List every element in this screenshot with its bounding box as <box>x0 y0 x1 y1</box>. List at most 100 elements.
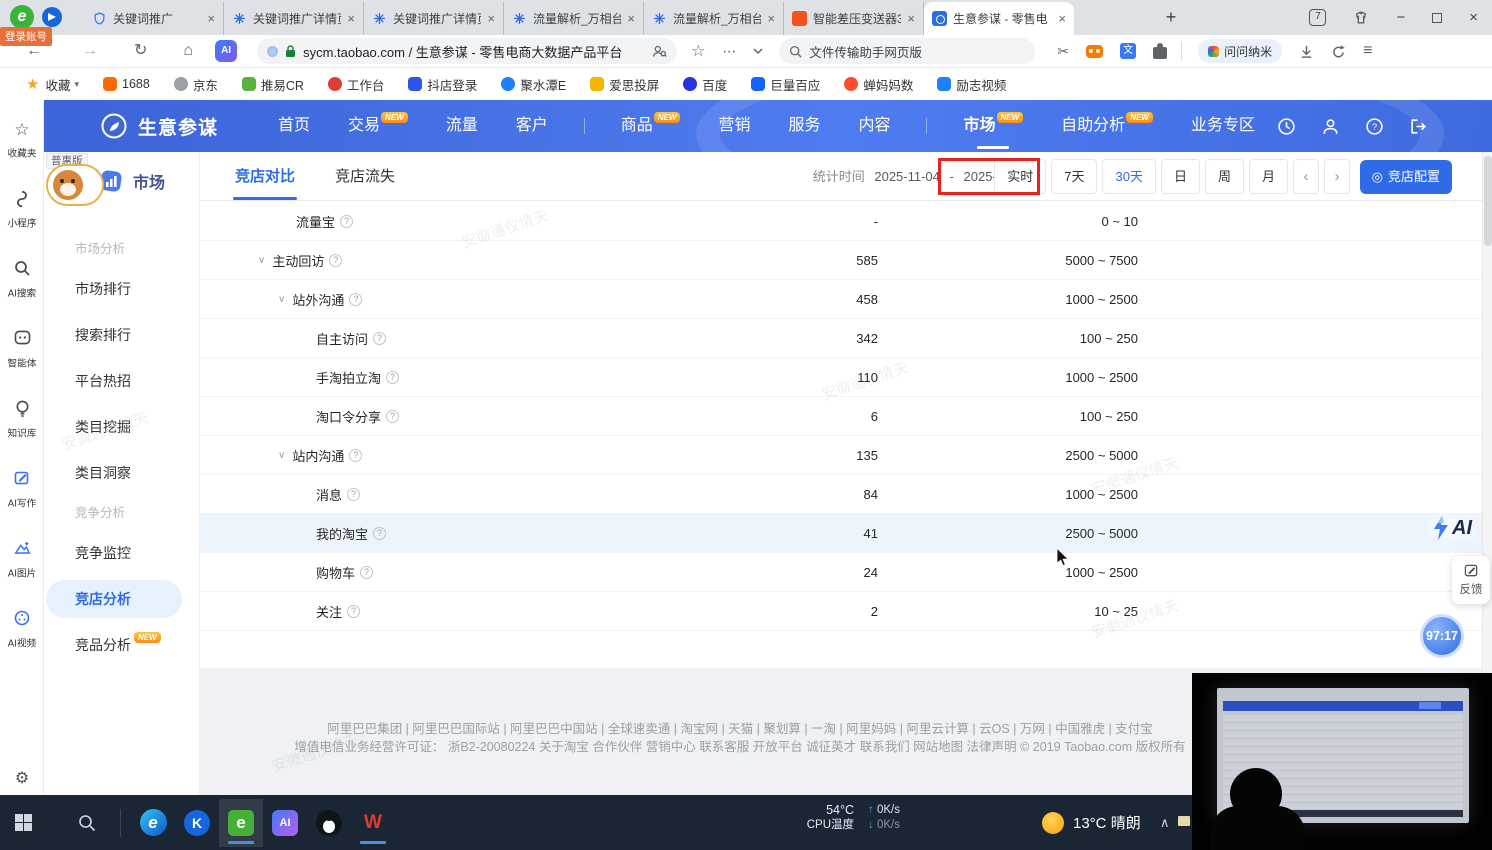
restore-button[interactable] <box>1432 13 1442 23</box>
scrollbar-thumb[interactable] <box>1484 156 1492 246</box>
more-actions-icon[interactable]: ⋯ <box>722 43 736 60</box>
dog-pendant-icon[interactable] <box>46 164 104 206</box>
browser-tab[interactable]: 流量解析_万相台无× <box>504 2 644 35</box>
forward-icon[interactable]: → <box>82 43 98 59</box>
sidebar-item-ai-search[interactable]: AI搜索 <box>0 260 44 301</box>
header-nav-6[interactable]: 营销 <box>716 100 752 152</box>
bookmark-item[interactable]: 抖店登录 <box>408 75 477 94</box>
settings-gear-icon[interactable]: ⚙ <box>0 768 44 788</box>
table-row[interactable]: ∨站外沟通?4581000 ~ 2500 <box>200 280 1482 319</box>
tray-expand-icon[interactable]: ∧ <box>1160 795 1170 850</box>
taskbar-k-app-icon[interactable]: K <box>175 799 219 847</box>
bookmark-item[interactable]: 京东 <box>174 75 218 94</box>
pinned-app-icon[interactable] <box>42 7 62 27</box>
header-nav-2[interactable]: 交易NEW <box>346 100 410 152</box>
help-icon[interactable]: ? <box>347 488 360 501</box>
bookmark-star-icon[interactable]: ☆ <box>691 41 705 61</box>
network-speed-readout[interactable]: ↑ 0K/s ↓ 0K/s <box>868 803 900 833</box>
taskbar-edge-icon[interactable]: e <box>131 799 175 847</box>
sidebar-menu-item[interactable]: 类目洞察 <box>44 450 200 496</box>
help-icon[interactable]: ? <box>347 605 360 618</box>
chevron-down-icon[interactable]: ∨ <box>278 294 285 305</box>
period-button[interactable]: 实时 <box>994 159 1046 194</box>
help-icon[interactable]: ? <box>360 566 373 579</box>
header-nav-1[interactable]: 首页 <box>276 100 312 152</box>
sidebar-menu-item[interactable]: 竞争监控 <box>44 530 200 576</box>
footer-links-line2[interactable]: 增值电信业务经营许可证： 浙B2-20080224 关于淘宝 合作伙伴 营销中心… <box>200 738 1280 756</box>
help-icon[interactable]: ? <box>349 293 362 306</box>
sidebar-menu-item[interactable]: 竞店分析 <box>46 580 182 618</box>
app-logo[interactable]: 生意参谋 <box>100 112 218 140</box>
sidebar-menu-item[interactable]: 市场排行 <box>44 266 200 312</box>
reload-icon[interactable]: ↻ <box>134 43 147 59</box>
taskbar-ai-app-icon[interactable]: AI <box>263 799 307 847</box>
header-nav-3[interactable]: 流量 <box>444 100 480 152</box>
bookmark-item[interactable]: 工作台 <box>328 75 385 94</box>
footer-links-line1[interactable]: 阿里巴巴集团 | 阿里巴巴国际站 | 阿里巴巴中国站 | 全球速卖通 | 淘宝网… <box>200 720 1280 738</box>
theme-icon[interactable] <box>1353 11 1369 25</box>
close-button[interactable]: × <box>1469 10 1478 25</box>
download-icon[interactable] <box>1299 44 1314 59</box>
sidebar-menu-item[interactable]: 平台热招 <box>44 358 200 404</box>
sidebar-menu-item[interactable]: 类目挖掘 <box>44 404 200 450</box>
table-row[interactable]: 淘口令分享?6100 ~ 250 <box>200 397 1482 436</box>
new-tab-button[interactable]: + <box>1158 4 1184 30</box>
tab-close-icon[interactable]: × <box>907 12 915 25</box>
tab-close-icon[interactable]: × <box>487 12 495 25</box>
shop-config-button[interactable]: ◎ 竞店配置 <box>1360 160 1452 194</box>
tab-count-box[interactable]: 7 <box>1309 9 1326 26</box>
sidebar-item-miniapp[interactable]: 小程序 <box>0 190 44 231</box>
help-question-icon[interactable]: ? <box>1365 117 1384 136</box>
favorites-star-icon[interactable]: ★ <box>26 75 39 93</box>
period-button[interactable]: 7天 <box>1051 159 1097 194</box>
taskbar-browser-icon[interactable]: e <box>219 799 263 847</box>
sidebar-item-ai-image[interactable]: AI图片 <box>0 540 44 581</box>
help-icon[interactable]: ? <box>386 410 399 423</box>
user-icon[interactable] <box>1321 117 1340 136</box>
taskbar-qq-icon[interactable] <box>307 799 351 847</box>
browser-tab[interactable]: 关键词推广详情页× <box>364 2 504 35</box>
quick-search-text[interactable]: 文件传输助手网页版 <box>809 42 922 61</box>
prev-period-button[interactable]: ‹ <box>1293 159 1319 194</box>
taskbar-wps-icon[interactable]: W <box>351 799 395 847</box>
bookmark-item[interactable]: 推易CR <box>242 75 304 94</box>
tab-close-icon[interactable]: × <box>347 12 355 25</box>
tab-close-icon[interactable]: × <box>627 12 635 25</box>
help-icon[interactable]: ? <box>373 527 386 540</box>
url-text[interactable]: sycm.taobao.com / 生意参谋 - 零售电商大数据产品平台 <box>303 42 645 61</box>
header-nav-5[interactable]: 商品NEW <box>619 100 683 152</box>
table-row[interactable]: ∨站内沟通?1352500 ~ 5000 <box>200 436 1482 475</box>
ai-assistant-widget[interactable]: AI <box>1424 512 1480 544</box>
help-icon[interactable]: ? <box>329 254 342 267</box>
tab-shop-compare[interactable]: 竞店对比 <box>235 152 295 201</box>
header-nav-9[interactable]: 市场NEW <box>961 100 1025 152</box>
table-row[interactable]: 消息?841000 ~ 2500 <box>200 475 1482 514</box>
sidebar-item-star[interactable]: ☆收藏夹 <box>0 120 44 161</box>
login-account-badge[interactable]: 登录账号 <box>0 27 52 46</box>
favorites-menu-label[interactable]: 收藏 <box>45 75 70 94</box>
scissors-icon[interactable]: ✂ <box>1057 43 1069 60</box>
chevron-down-icon[interactable]: ∨ <box>258 255 265 266</box>
bookmark-item[interactable]: 百度 <box>683 75 727 94</box>
header-nav-4[interactable]: 客户 <box>514 100 550 152</box>
translate-icon[interactable]: 文 <box>1120 43 1136 59</box>
dropdown-caret-icon[interactable] <box>753 48 763 54</box>
tab-close-icon[interactable]: × <box>207 12 215 25</box>
browser-tab[interactable]: 关键词推广× <box>84 2 224 35</box>
help-icon[interactable]: ? <box>349 449 362 462</box>
undo-icon[interactable] <box>1331 44 1346 59</box>
sidebar-item-ai-write[interactable]: AI写作 <box>0 470 44 511</box>
extensions-puzzle-icon[interactable] <box>1153 44 1167 59</box>
browser-tab[interactable]: 生意参谋 - 零售电× <box>924 2 1074 35</box>
table-row[interactable]: 我的淘宝?412500 ~ 5000 <box>200 514 1482 553</box>
cpu-temperature-readout[interactable]: 54°C CPU温度 <box>782 803 854 833</box>
help-icon[interactable]: ? <box>340 215 353 228</box>
header-nav-10[interactable]: 自助分析NEW <box>1059 100 1155 152</box>
session-timer-badge[interactable]: 97:17 <box>1420 614 1464 658</box>
tab-shop-loss[interactable]: 竞店流失 <box>335 152 395 201</box>
sidebar-item-ai-video[interactable]: AI视频 <box>0 610 44 651</box>
bookmark-item[interactable]: 聚水潭E <box>501 75 566 94</box>
feedback-button[interactable]: 反馈 <box>1452 556 1490 604</box>
bookmark-item[interactable]: 爱思投屏 <box>590 75 659 94</box>
sidebar-item-knowledge[interactable]: 知识库 <box>0 400 44 441</box>
